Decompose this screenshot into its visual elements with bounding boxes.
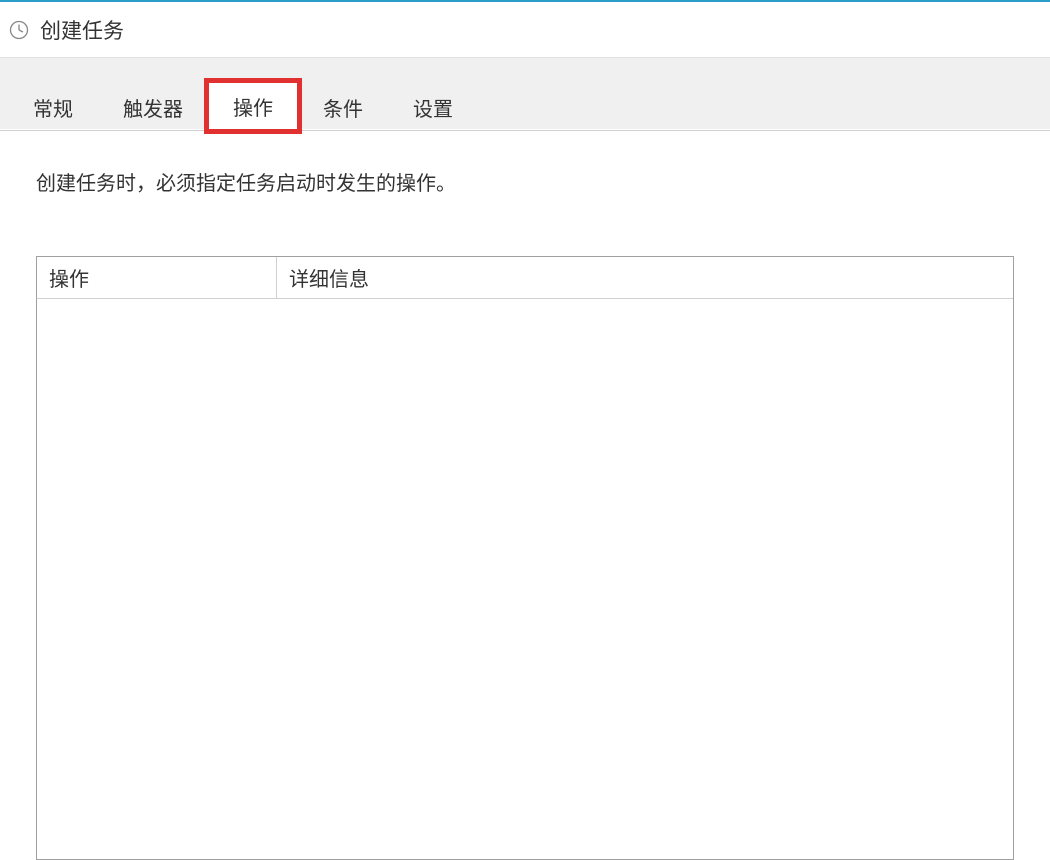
- column-label: 详细信息: [289, 263, 369, 292]
- actions-list[interactable]: 操作 详细信息: [36, 256, 1014, 860]
- column-header-detail[interactable]: 详细信息: [277, 257, 1013, 298]
- list-header: 操作 详细信息: [37, 257, 1013, 299]
- tab-actions[interactable]: 操作: [208, 82, 298, 130]
- content-description: 创建任务时，必须指定任务启动时发生的操作。: [36, 167, 1014, 196]
- tab-label: 触发器: [123, 93, 183, 122]
- tab-triggers[interactable]: 触发器: [98, 85, 208, 129]
- tab-label: 设置: [413, 93, 453, 122]
- tab-settings[interactable]: 设置: [388, 85, 478, 129]
- tab-conditions[interactable]: 条件: [298, 85, 388, 129]
- list-body[interactable]: [37, 299, 1013, 859]
- tabs-bar: 常规 触发器 操作 条件 设置: [0, 58, 1050, 130]
- window-title: 创建任务: [40, 15, 124, 45]
- tab-general[interactable]: 常规: [8, 85, 98, 129]
- column-header-action[interactable]: 操作: [37, 257, 277, 298]
- column-label: 操作: [49, 263, 89, 292]
- tab-label: 常规: [33, 93, 73, 122]
- create-task-window: 创建任务 常规 触发器 操作 条件 设置 创建任务时，必须指定任务启动时发生的操…: [0, 0, 1050, 860]
- tab-label: 操作: [233, 92, 273, 121]
- clock-icon: [8, 19, 30, 41]
- tab-content: 创建任务时，必须指定任务启动时发生的操作。 操作 详细信息: [0, 130, 1050, 860]
- title-bar: 创建任务: [0, 0, 1050, 58]
- tab-label: 条件: [323, 93, 363, 122]
